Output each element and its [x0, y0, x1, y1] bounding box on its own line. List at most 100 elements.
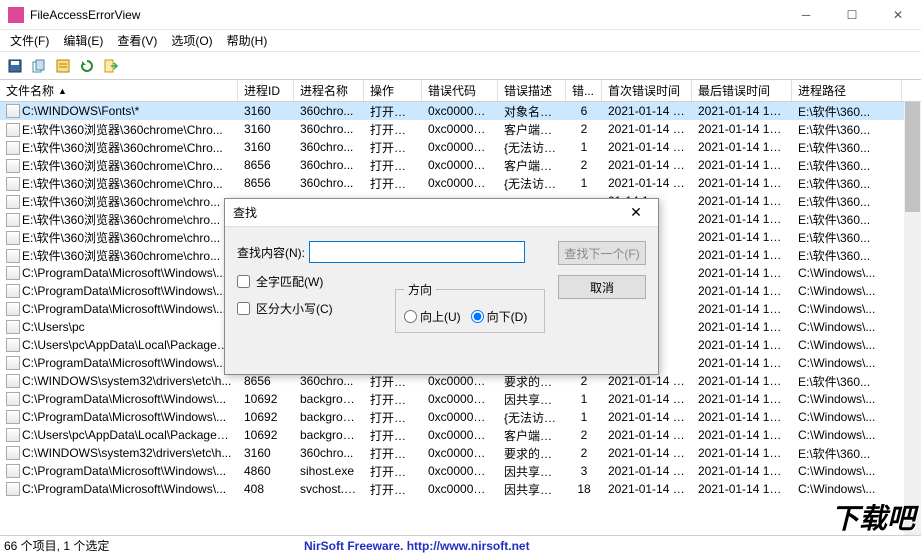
properties-icon[interactable]: [54, 57, 72, 75]
file-icon: [6, 482, 20, 496]
cell-pp: C:\Windows\...: [792, 463, 902, 479]
cell-pp: E:\软件\360...: [792, 192, 902, 211]
table-row[interactable]: E:\软件\360浏览器\360chrome\Chro...3160360chr…: [0, 120, 921, 138]
cell-t2: 2021-01-14 15:...: [692, 247, 792, 263]
table-row[interactable]: C:\Users\pc\AppData\Local\Packages\...10…: [0, 426, 921, 444]
table-row[interactable]: C:\ProgramData\Microsoft\Windows\...4860…: [0, 462, 921, 480]
cell-op: 打开文件: [364, 390, 422, 409]
cell-pn: backgrou...: [294, 391, 364, 407]
cell-pp: C:\Windows\...: [792, 265, 902, 281]
file-icon: [6, 320, 20, 334]
cell-pn: 360chro...: [294, 103, 364, 119]
column-header-3[interactable]: 操作: [364, 80, 422, 101]
file-icon: [6, 123, 20, 137]
table-row[interactable]: C:\WINDOWS\Fonts\*3160360chro...打开文件0xc0…: [0, 102, 921, 120]
column-header-2[interactable]: 进程名称: [294, 80, 364, 101]
menu-view[interactable]: 查看(V): [111, 30, 163, 51]
file-icon: [6, 302, 20, 316]
cell-ec: 0xc0000103: [422, 373, 498, 389]
column-header-9[interactable]: 进程路径: [792, 80, 902, 101]
column-header-4[interactable]: 错误代码: [422, 80, 498, 101]
cell-f: C:\ProgramData\Microsoft\Windows\...: [0, 355, 238, 372]
cell-pid: 3160: [238, 445, 294, 461]
column-header-8[interactable]: 最后错误时间: [692, 80, 792, 101]
find-next-button[interactable]: 查找下一个(F): [558, 241, 646, 265]
column-header-1[interactable]: 进程ID: [238, 80, 294, 101]
table-row[interactable]: E:\软件\360浏览器\360chrome\Chro...8656360chr…: [0, 174, 921, 192]
direction-group: 方向 向上(U) 向下(D): [395, 281, 545, 333]
find-content-input[interactable]: [309, 241, 525, 263]
cell-f: C:\Users\pc\AppData\Local\Packages\...: [0, 427, 238, 444]
status-count: 66 个项目, 1 个选定: [4, 537, 304, 554]
cell-pp: C:\Windows\...: [792, 301, 902, 317]
cell-pn: 360chro...: [294, 157, 364, 173]
cell-pid: 408: [238, 481, 294, 497]
table-row[interactable]: C:\ProgramData\Microsoft\Windows\...408s…: [0, 480, 921, 498]
cell-t1: 2021-01-14 1...: [602, 481, 692, 497]
copy-icon[interactable]: [30, 57, 48, 75]
menu-edit[interactable]: 编辑(E): [57, 30, 109, 51]
cell-pn: 360chro...: [294, 445, 364, 461]
scrollbar-thumb[interactable]: [905, 102, 920, 212]
cell-f: C:\Users\pc\AppData\Local\Packages\...: [0, 337, 238, 354]
cell-t1: 2021-01-14 1...: [602, 157, 692, 173]
file-icon: [6, 177, 20, 191]
cell-f: C:\Users\pc: [0, 319, 238, 336]
cell-ed: 客户端没...: [498, 156, 566, 175]
save-icon[interactable]: [6, 57, 24, 75]
cancel-button[interactable]: 取消: [558, 275, 646, 299]
cell-ed: 因共享访...: [498, 462, 566, 481]
cell-pp: E:\软件\360...: [792, 138, 902, 157]
cell-ec: 0xc0000022: [422, 175, 498, 191]
menu-file[interactable]: 文件(F): [4, 30, 55, 51]
cell-c: 2: [566, 373, 602, 389]
cell-op: 打开文件: [364, 480, 422, 499]
menu-help[interactable]: 帮助(H): [221, 30, 274, 51]
file-icon: [6, 159, 20, 173]
cell-f: E:\软件\360浏览器\360chrome\chro...: [0, 192, 238, 211]
cell-t2: 2021-01-14 15:...: [692, 355, 792, 371]
cell-ec: 0xc0000061: [422, 427, 498, 443]
table-row[interactable]: E:\软件\360浏览器\360chrome\Chro...3160360chr…: [0, 138, 921, 156]
cell-op: 打开文件: [364, 444, 422, 463]
direction-down-radio[interactable]: 向下(D): [471, 308, 528, 325]
cell-t2: 2021-01-14 15:...: [692, 103, 792, 119]
cell-pp: C:\Windows\...: [792, 427, 902, 443]
cell-f: E:\软件\360浏览器\360chrome\Chro...: [0, 174, 238, 193]
file-icon: [6, 195, 20, 209]
direction-up-radio[interactable]: 向上(U): [404, 308, 461, 325]
column-header-5[interactable]: 错误描述: [498, 80, 566, 101]
app-icon: [8, 7, 24, 23]
exit-icon[interactable]: [102, 57, 120, 75]
cell-f: C:\ProgramData\Microsoft\Windows\...: [0, 265, 238, 282]
file-icon: [6, 141, 20, 155]
table-row[interactable]: C:\WINDOWS\system32\drivers\etc\h...3160…: [0, 444, 921, 462]
cell-f: C:\WINDOWS\system32\drivers\etc\h...: [0, 373, 238, 390]
cell-ed: 客户端没...: [498, 426, 566, 445]
cell-pn: 360chro...: [294, 139, 364, 155]
minimize-button[interactable]: ─: [783, 0, 829, 30]
table-row[interactable]: C:\ProgramData\Microsoft\Windows\...1069…: [0, 390, 921, 408]
vertical-scrollbar[interactable]: [904, 102, 921, 535]
cell-t1: 2021-01-14 1...: [602, 139, 692, 155]
menu-options[interactable]: 选项(O): [165, 30, 218, 51]
cell-ed: 要求的已...: [498, 444, 566, 463]
refresh-icon[interactable]: [78, 57, 96, 75]
cell-ed: 客户端没...: [498, 120, 566, 139]
direction-legend: 方向: [404, 281, 436, 298]
column-header-6[interactable]: 错...: [566, 80, 602, 101]
close-button[interactable]: ✕: [875, 0, 921, 30]
maximize-button[interactable]: ☐: [829, 0, 875, 30]
column-header-7[interactable]: 首次错误时间: [602, 80, 692, 101]
status-link[interactable]: NirSoft Freeware. http://www.nirsoft.net: [304, 539, 530, 553]
column-header-0[interactable]: 文件名称▲: [0, 80, 238, 101]
table-row[interactable]: C:\ProgramData\Microsoft\Windows\...1069…: [0, 408, 921, 426]
dialog-close-icon[interactable]: ✕: [622, 201, 650, 225]
cell-f: C:\ProgramData\Microsoft\Windows\...: [0, 391, 238, 408]
cell-pp: C:\Windows\...: [792, 391, 902, 407]
file-icon: [6, 104, 20, 118]
cell-pid: 4860: [238, 463, 294, 479]
table-row[interactable]: E:\软件\360浏览器\360chrome\Chro...8656360chr…: [0, 156, 921, 174]
cell-pp: C:\Windows\...: [792, 481, 902, 497]
cell-op: 打开文件: [364, 156, 422, 175]
